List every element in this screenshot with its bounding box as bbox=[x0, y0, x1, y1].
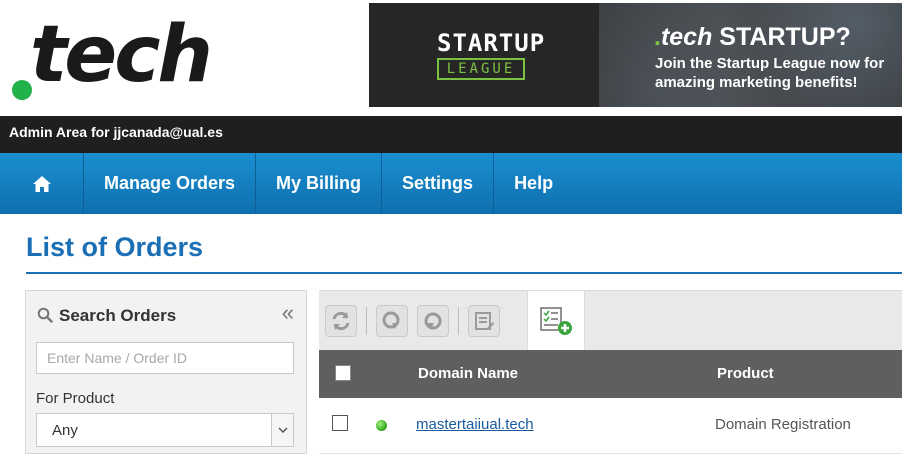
collapse-panel-icon[interactable]: « bbox=[282, 300, 294, 326]
search-icon bbox=[37, 307, 53, 323]
page-title: List of Orders bbox=[26, 232, 204, 262]
startup-league-logo-bottom: LEAGUE bbox=[446, 61, 516, 77]
home-icon bbox=[32, 175, 51, 192]
status-active-icon bbox=[376, 420, 387, 431]
title-divider bbox=[26, 272, 902, 274]
details-button[interactable] bbox=[468, 305, 500, 337]
banner-headline: .tech STARTUP? bbox=[654, 23, 851, 51]
column-header-domain[interactable]: Domain Name bbox=[418, 365, 518, 382]
chevron-down-icon[interactable] bbox=[271, 414, 293, 446]
search-orders-title: Search Orders bbox=[59, 306, 177, 325]
row-checkbox[interactable] bbox=[332, 415, 348, 431]
for-product-label: For Product bbox=[36, 390, 115, 407]
refresh-button[interactable] bbox=[325, 305, 357, 337]
unsuspend-icon bbox=[424, 312, 442, 330]
search-input[interactable] bbox=[36, 342, 294, 374]
startup-league-logo-box: LEAGUE bbox=[437, 58, 525, 80]
unsuspend-button[interactable] bbox=[417, 305, 449, 337]
add-order-icon bbox=[540, 307, 572, 335]
orders-table-header: Domain Name Product bbox=[319, 350, 902, 398]
toolbar-separator bbox=[366, 307, 367, 335]
banner-left-panel: STARTUP LEAGUE bbox=[369, 3, 599, 107]
suspend-button[interactable] bbox=[376, 305, 408, 337]
domain-link[interactable]: mastertaiiual.tech bbox=[416, 416, 534, 433]
refresh-icon bbox=[332, 311, 350, 331]
select-all-checkbox[interactable] bbox=[335, 365, 351, 381]
nav-home[interactable] bbox=[0, 153, 84, 214]
table-row: mastertaiiual.tech Domain Registration bbox=[319, 398, 902, 454]
add-order-button[interactable] bbox=[527, 291, 585, 351]
admin-area-bar: Admin Area for jjcanada@ual.es bbox=[0, 116, 902, 153]
main-nav: Manage Orders My Billing Settings Help bbox=[0, 153, 902, 214]
suspend-icon bbox=[382, 311, 400, 329]
logo-text: tech bbox=[30, 10, 213, 100]
banner-subtext: Join the Startup League now for amazing … bbox=[655, 55, 885, 91]
logo-dot bbox=[12, 80, 32, 100]
column-header-product[interactable]: Product bbox=[717, 365, 774, 382]
nav-manage-orders[interactable]: Manage Orders bbox=[84, 153, 257, 214]
startup-league-logo-top: STARTUP bbox=[437, 29, 546, 57]
search-orders-panel: Search Orders « For Product Any bbox=[25, 290, 307, 454]
orders-toolbar bbox=[319, 290, 902, 351]
startup-league-banner[interactable]: STARTUP LEAGUE .tech STARTUP? Join the S… bbox=[369, 3, 902, 107]
toolbar-separator bbox=[458, 307, 459, 335]
product-select-value: Any bbox=[52, 422, 78, 439]
product-select[interactable]: Any bbox=[36, 413, 294, 447]
product-cell: Domain Registration bbox=[715, 416, 851, 433]
details-icon bbox=[475, 312, 494, 330]
tech-logo[interactable]: tech bbox=[10, 16, 230, 104]
nav-my-billing[interactable]: My Billing bbox=[256, 153, 383, 214]
nav-settings[interactable]: Settings bbox=[382, 153, 495, 214]
nav-help[interactable]: Help bbox=[494, 153, 573, 214]
